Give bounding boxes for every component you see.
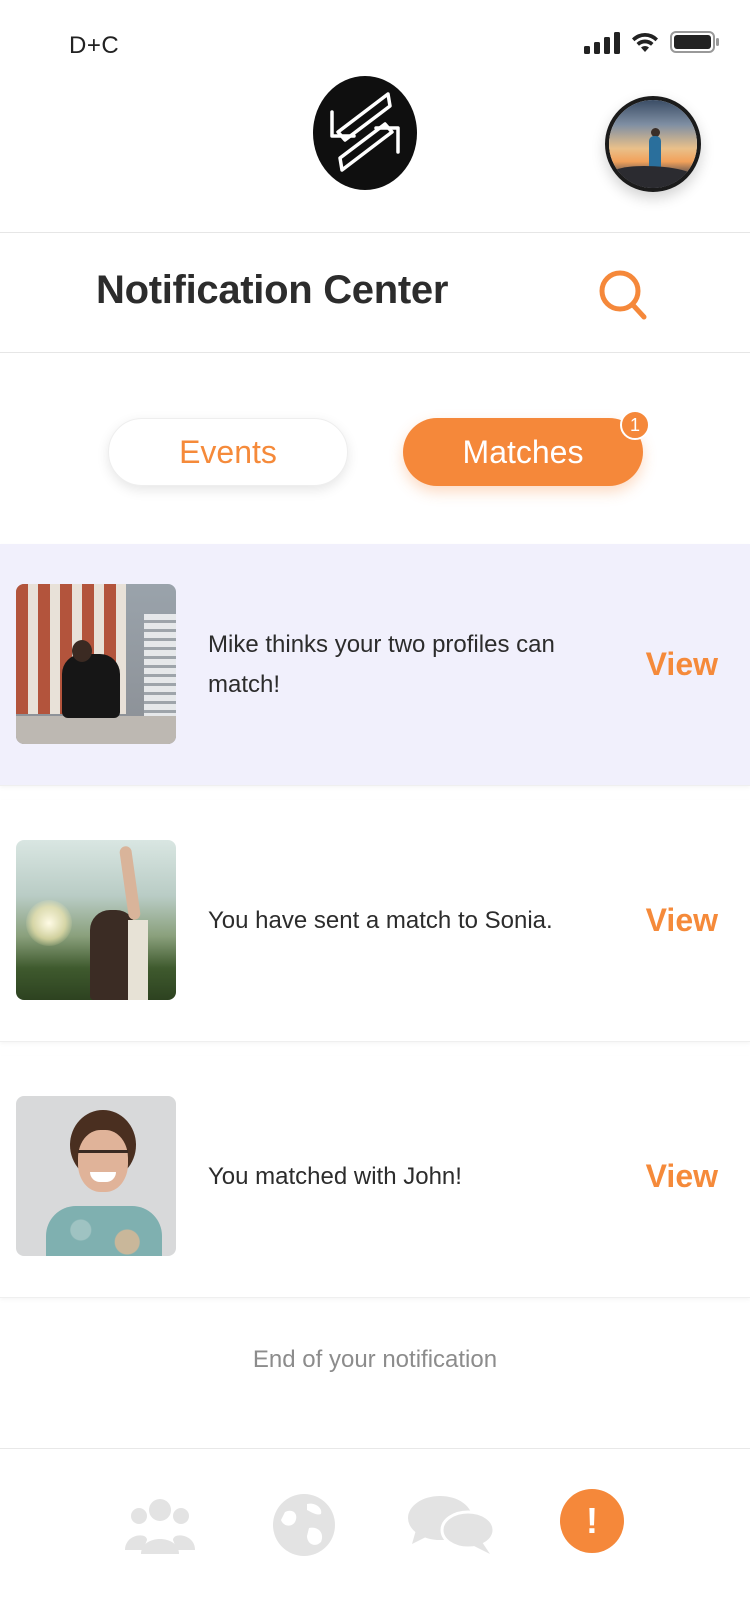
nav-chat[interactable] xyxy=(408,1491,494,1559)
wifi-icon xyxy=(630,30,660,54)
notification-item[interactable]: You have sent a match to Sonia. View xyxy=(0,800,750,1042)
notification-tabs: Events Matches 1 xyxy=(0,410,750,486)
view-button[interactable]: View xyxy=(646,1056,718,1297)
signal-icon xyxy=(584,30,620,54)
view-button[interactable]: View xyxy=(646,800,718,1041)
notification-thumbnail xyxy=(16,840,176,1000)
alert-icon: ! xyxy=(586,1500,598,1541)
nav-people[interactable] xyxy=(124,1491,196,1559)
search-button[interactable] xyxy=(594,266,650,322)
tab-events[interactable]: Events xyxy=(108,418,348,486)
notification-item[interactable]: You matched with John! View xyxy=(0,1056,750,1298)
app-logo-icon[interactable] xyxy=(310,74,420,192)
notification-message: You have sent a match to Sonia. xyxy=(208,906,553,934)
divider xyxy=(0,352,750,353)
bottom-nav: ! xyxy=(0,1448,750,1624)
profile-avatar[interactable] xyxy=(605,96,701,192)
page-title: Notification Center xyxy=(96,268,449,312)
notification-thumbnail xyxy=(16,584,176,744)
status-icons xyxy=(584,30,720,54)
nav-explore[interactable] xyxy=(268,1491,340,1559)
nav-alerts[interactable]: ! xyxy=(560,1489,624,1553)
notification-thumbnail xyxy=(16,1096,176,1256)
matches-count-badge: 1 xyxy=(620,410,650,440)
notification-item[interactable]: Mike thinks your two profiles can match!… xyxy=(0,544,750,786)
globe-icon xyxy=(273,1494,335,1556)
search-icon xyxy=(599,270,647,320)
tab-matches-label: Matches xyxy=(462,433,584,470)
app-header xyxy=(0,70,750,230)
end-of-list-text: End of your notification xyxy=(252,1346,498,1373)
tab-matches[interactable]: Matches xyxy=(403,418,643,486)
divider xyxy=(0,232,750,233)
notification-message: You matched with John! xyxy=(208,1162,462,1190)
battery-icon xyxy=(670,30,720,54)
tab-events-label: Events xyxy=(179,433,277,470)
people-icon xyxy=(125,1499,195,1554)
chat-icon xyxy=(408,1496,494,1554)
notification-message: Mike thinks your two profiles can match! xyxy=(208,630,555,698)
view-button[interactable]: View xyxy=(646,544,718,785)
carrier-label: D+C xyxy=(69,32,120,59)
